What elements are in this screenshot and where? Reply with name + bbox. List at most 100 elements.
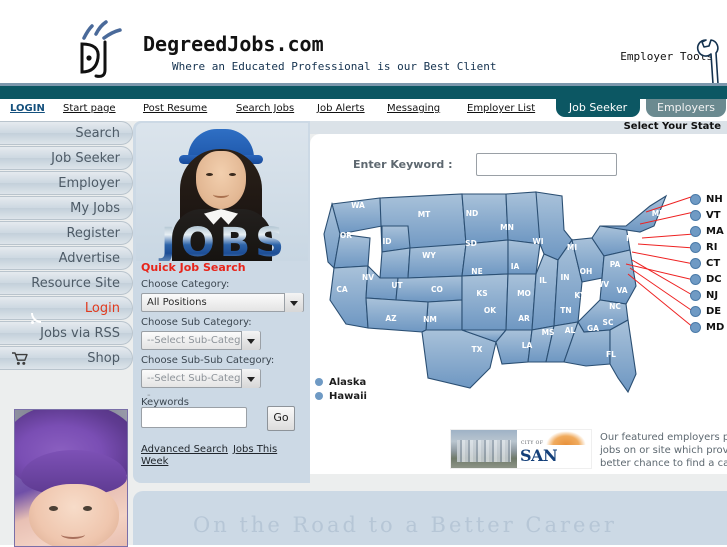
callout-label: MA <box>706 226 724 237</box>
page-title: DegreedJobs.com <box>143 32 324 56</box>
map-state-wv[interactable]: WV <box>595 280 609 289</box>
callout-nh[interactable]: NH <box>690 192 724 208</box>
non-contiguous-legend: Alaska Hawaii <box>315 376 367 404</box>
sidebar-item-resource-site[interactable]: Resource Site <box>0 271 133 295</box>
map-state-me[interactable]: ME <box>652 209 665 218</box>
map-state-tn[interactable]: TN <box>560 306 571 315</box>
callout-ct[interactable]: CT <box>690 256 724 272</box>
san-jose-photo <box>451 430 517 468</box>
map-state-ga[interactable]: GA <box>587 324 599 333</box>
map-state-wy[interactable]: WY <box>422 251 436 260</box>
map-state-ne[interactable]: NE <box>471 267 482 276</box>
advanced-search-link[interactable]: Advanced Search <box>141 444 228 455</box>
nav-link-employer-list[interactable]: Employer List <box>467 103 535 114</box>
map-state-ia[interactable]: IA <box>511 262 520 271</box>
map-state-ms[interactable]: MS <box>542 328 555 337</box>
sidebar-item-employer[interactable]: Employer <box>0 171 133 195</box>
nav-link-messaging[interactable]: Messaging <box>387 103 440 114</box>
nav-link-login[interactable]: LOGIN <box>10 103 45 114</box>
map-state-mo[interactable]: MO <box>517 289 531 298</box>
sub-sub-category-select[interactable]: --Select Sub-Category-- <box>141 369 261 401</box>
map-state-az[interactable]: AZ <box>385 314 397 323</box>
sidebar-item-my-jobs[interactable]: My Jobs <box>0 196 133 220</box>
map-state-nc[interactable]: NC <box>609 302 621 311</box>
map-state-sd[interactable]: SD <box>465 239 477 248</box>
san-jose-logo[interactable]: CITY OF SAN JOSE <box>450 429 592 469</box>
map-state-tx[interactable]: TX <box>472 345 483 354</box>
brand-tagline: Where an Educated Professional is our Be… <box>172 60 497 73</box>
callout-dc[interactable]: DC <box>690 272 724 288</box>
map-state-al[interactable]: AL <box>565 326 576 335</box>
state-dot-icon <box>690 305 701 317</box>
tab-job-seeker[interactable]: Job Seeker <box>556 99 640 117</box>
sidebar-item-job-seeker[interactable]: Job Seeker <box>0 146 133 170</box>
state-dot-icon <box>690 257 701 269</box>
map-state-ca[interactable]: CA <box>336 285 348 294</box>
sidebar-item-label: Login <box>84 301 120 316</box>
callout-vt[interactable]: VT <box>690 208 724 224</box>
jobs-hero-image: JOBS <box>136 123 308 261</box>
map-state-ky[interactable]: KY <box>574 291 586 300</box>
map-state-mt[interactable]: MT <box>418 210 431 219</box>
enter-keyword-input[interactable] <box>476 153 617 176</box>
callout-label: DC <box>706 274 722 285</box>
featured-employer-text: Our featured employers post only top qua… <box>600 432 727 469</box>
map-state-oh[interactable]: OH <box>580 267 593 276</box>
sidebar-item-register[interactable]: Register <box>0 221 133 245</box>
shopping-cart-icon <box>12 351 28 367</box>
map-state-il[interactable]: IL <box>539 276 547 285</box>
nav-link-start-page[interactable]: Start page <box>63 103 116 114</box>
sub-category-select[interactable]: --Select Sub-Category-- <box>141 331 261 363</box>
map-state-ny[interactable]: NY <box>626 234 638 243</box>
map-state-ok[interactable]: OK <box>484 306 497 315</box>
callout-label: MD <box>706 322 725 333</box>
callout-ma[interactable]: MA <box>690 224 724 240</box>
callout-de[interactable]: DE <box>690 304 724 320</box>
map-state-mi[interactable]: MI <box>567 243 577 252</box>
map-state-co[interactable]: CO <box>431 285 443 294</box>
sidebar-item-label: Job Seeker <box>51 151 120 166</box>
map-state-pa[interactable]: PA <box>610 260 621 269</box>
nav-link-post-resume[interactable]: Post Resume <box>143 103 207 114</box>
sidebar-item-jobs-via-rss[interactable]: Jobs via RSS <box>0 321 133 345</box>
sidebar-item-shop[interactable]: Shop <box>0 346 133 370</box>
map-state-ks[interactable]: KS <box>476 289 487 298</box>
sidebar-item-advertise[interactable]: Advertise <box>0 246 133 270</box>
state-dot-icon <box>690 193 701 205</box>
map-state-nd[interactable]: ND <box>466 209 479 218</box>
category-select[interactable]: All Positions <box>141 293 304 312</box>
map-state-in[interactable]: IN <box>560 273 569 282</box>
nav-link-search-jobs[interactable]: Search Jobs <box>236 103 294 114</box>
map-state-ut[interactable]: UT <box>391 281 403 290</box>
sidebar-item-search[interactable]: Search <box>0 121 133 145</box>
sidebar-item-login[interactable]: Login <box>0 296 133 320</box>
map-state-nv[interactable]: NV <box>362 273 374 282</box>
map-state-mn[interactable]: MN <box>500 223 514 232</box>
map-state-wi[interactable]: WI <box>532 237 543 246</box>
legend-item-alaska[interactable]: Alaska <box>315 376 367 390</box>
map-state-ar[interactable]: AR <box>518 314 530 323</box>
map-state-fl[interactable]: FL <box>606 350 616 359</box>
footer-tagline-strip: On the Road to a Better Career <box>133 491 727 545</box>
callout-ri[interactable]: RI <box>690 240 724 256</box>
legend-item-hawaii[interactable]: Hawaii <box>315 390 367 404</box>
callout-nj[interactable]: NJ <box>690 288 724 304</box>
map-state-nm[interactable]: NM <box>423 315 437 324</box>
state-dot-icon <box>315 378 323 386</box>
state-callout-list: NH VT MA RI CT DC NJ DE MD <box>690 192 724 336</box>
callout-md[interactable]: MD <box>690 320 724 336</box>
map-state-or[interactable]: OR <box>340 231 352 240</box>
category-select-value: All Positions <box>147 297 207 308</box>
map-state-va[interactable]: VA <box>616 286 627 295</box>
map-state-sc[interactable]: SC <box>603 318 614 327</box>
nav-link-job-alerts[interactable]: Job Alerts <box>317 103 365 114</box>
go-button[interactable]: Go <box>267 406 295 431</box>
rss-icon <box>12 326 28 342</box>
map-state-la[interactable]: LA <box>522 341 533 350</box>
usa-map[interactable]: WA OR ID MT WY ND SD NE MN IA WI MI CA NV UT CO KS MO IL IN… <box>310 182 727 432</box>
map-state-wa[interactable]: WA <box>351 201 365 210</box>
tab-employers[interactable]: Employers <box>646 99 726 117</box>
callout-label: CT <box>706 258 721 269</box>
map-state-id[interactable]: ID <box>382 237 391 246</box>
keywords-input[interactable] <box>141 407 247 428</box>
